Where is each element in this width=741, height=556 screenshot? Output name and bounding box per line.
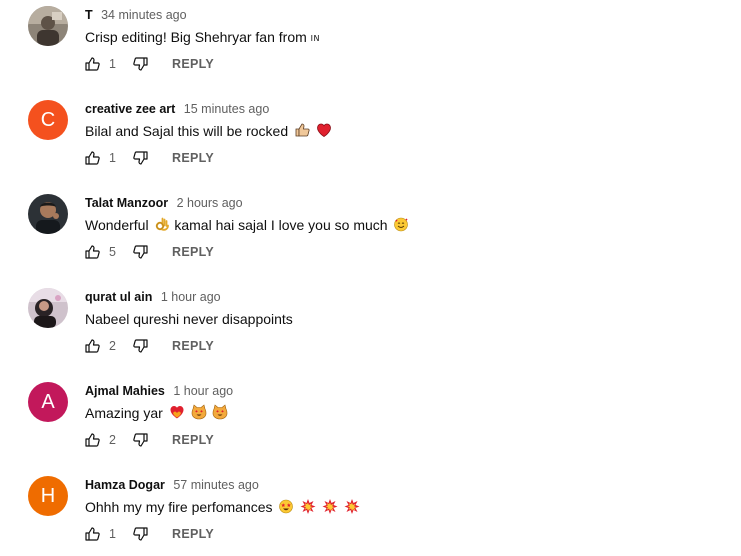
comment-author[interactable]: Hamza Dogar [85, 478, 165, 492]
comment-actions: 2 REPLY [84, 334, 214, 358]
comment-body: Wonderful [85, 217, 149, 233]
like-icon[interactable] [84, 244, 100, 260]
comment-text: Ohhh my my fire perfomances [85, 497, 360, 517]
like-count: 2 [109, 433, 116, 447]
dislike-icon[interactable] [133, 56, 149, 72]
avatar-photo [28, 6, 68, 46]
avatar[interactable] [28, 288, 68, 328]
avatar[interactable] [28, 6, 68, 46]
avatar[interactable]: C [28, 100, 68, 140]
avatar-letter: C [40, 108, 56, 131]
collision-icon [344, 498, 360, 514]
reply-button[interactable]: REPLY [172, 339, 214, 353]
dislike-icon[interactable] [133, 150, 149, 166]
collision-icon [300, 498, 316, 514]
comment-actions: 5 REPLY [84, 240, 214, 264]
ok-hand-icon [154, 216, 170, 232]
comment-time[interactable]: 1 hour ago [173, 384, 233, 398]
comment-item: C creative zee art 15 minutes ago Bilal … [0, 100, 741, 194]
comment-body: Amazing yar [85, 405, 163, 421]
dislike-icon[interactable] [133, 338, 149, 354]
reply-button[interactable]: REPLY [172, 433, 214, 447]
comment-time[interactable]: 57 minutes ago [173, 478, 258, 492]
like-count: 1 [109, 57, 116, 71]
india-flag-icon: IN [310, 34, 320, 43]
collision-icon [322, 498, 338, 514]
dislike-icon[interactable] [133, 526, 149, 542]
comment-author[interactable]: qurat ul ain [85, 290, 152, 304]
comment-author[interactable]: creative zee art [85, 102, 175, 116]
heart-on-fire-icon [169, 404, 185, 420]
avatar[interactable] [28, 194, 68, 234]
comment-time[interactable]: 2 hours ago [177, 196, 243, 210]
like-icon[interactable] [84, 526, 100, 542]
avatar[interactable]: H [28, 476, 68, 516]
dislike-icon[interactable] [133, 432, 149, 448]
comment-time[interactable]: 15 minutes ago [184, 102, 269, 116]
comment-actions: 1 REPLY [84, 146, 214, 170]
comment-actions: 2 REPLY [84, 428, 214, 452]
comment-author[interactable]: T [85, 8, 93, 22]
reply-button[interactable]: REPLY [172, 57, 214, 71]
comment-item: qurat ul ain 1 hour ago Nabeel qureshi n… [0, 288, 741, 382]
comment-text: Wonderful kamal hai sajal I love you so … [85, 215, 409, 235]
comment-text: Crisp editing! Big Shehryar fan from IN [85, 27, 320, 47]
comment-body: Bilal and Sajal this will be rocked [85, 123, 289, 139]
star-struck-icon [278, 498, 294, 514]
thumbs-up-icon [294, 122, 310, 138]
like-icon[interactable] [84, 432, 100, 448]
avatar-photo [28, 194, 68, 234]
comment-item: A Ajmal Mahies 1 hour ago Amazing yar 2 [0, 382, 741, 476]
comment-body: Crisp editing! Big Shehryar fan from [85, 29, 307, 45]
like-count: 1 [109, 527, 116, 541]
comment-body-continued: kamal hai sajal I love you so much [174, 217, 388, 233]
like-icon[interactable] [84, 56, 100, 72]
comment-body: Ohhh my my fire perfomances [85, 499, 273, 515]
avatar-letter: H [40, 484, 56, 507]
comment-text: Bilal and Sajal this will be rocked [85, 121, 332, 141]
like-count: 1 [109, 151, 116, 165]
comment-item: T 34 minutes ago Crisp editing! Big Sheh… [0, 6, 741, 100]
avatar[interactable]: A [28, 382, 68, 422]
comment-item: H Hamza Dogar 57 minutes ago Ohhh my my … [0, 476, 741, 556]
comment-text: Amazing yar [85, 403, 228, 423]
heart-eyes-cat-icon [212, 404, 228, 420]
comment-author[interactable]: Talat Manzoor [85, 196, 168, 210]
reply-button[interactable]: REPLY [172, 245, 214, 259]
like-icon[interactable] [84, 150, 100, 166]
comment-time[interactable]: 34 minutes ago [101, 8, 186, 22]
smiling-face-with-hearts-icon [393, 216, 409, 232]
heart-eyes-cat-icon [191, 404, 207, 420]
dislike-icon[interactable] [133, 244, 149, 260]
avatar-letter: A [41, 390, 55, 413]
comment-author[interactable]: Ajmal Mahies [85, 384, 165, 398]
avatar-photo [28, 288, 68, 328]
red-heart-icon [316, 122, 332, 138]
comment-text: Nabeel qureshi never disappoints [85, 309, 293, 329]
like-count: 5 [109, 245, 116, 259]
like-icon[interactable] [84, 338, 100, 354]
comments-section: T 34 minutes ago Crisp editing! Big Sheh… [0, 0, 741, 556]
comment-time[interactable]: 1 hour ago [161, 290, 221, 304]
comment-actions: 1 REPLY [84, 522, 214, 546]
comment-item: Talat Manzoor 2 hours ago Wonderful kama… [0, 194, 741, 288]
like-count: 2 [109, 339, 116, 353]
reply-button[interactable]: REPLY [172, 151, 214, 165]
reply-button[interactable]: REPLY [172, 527, 214, 541]
comment-body: Nabeel qureshi never disappoints [85, 311, 293, 327]
comment-actions: 1 REPLY [84, 52, 214, 76]
